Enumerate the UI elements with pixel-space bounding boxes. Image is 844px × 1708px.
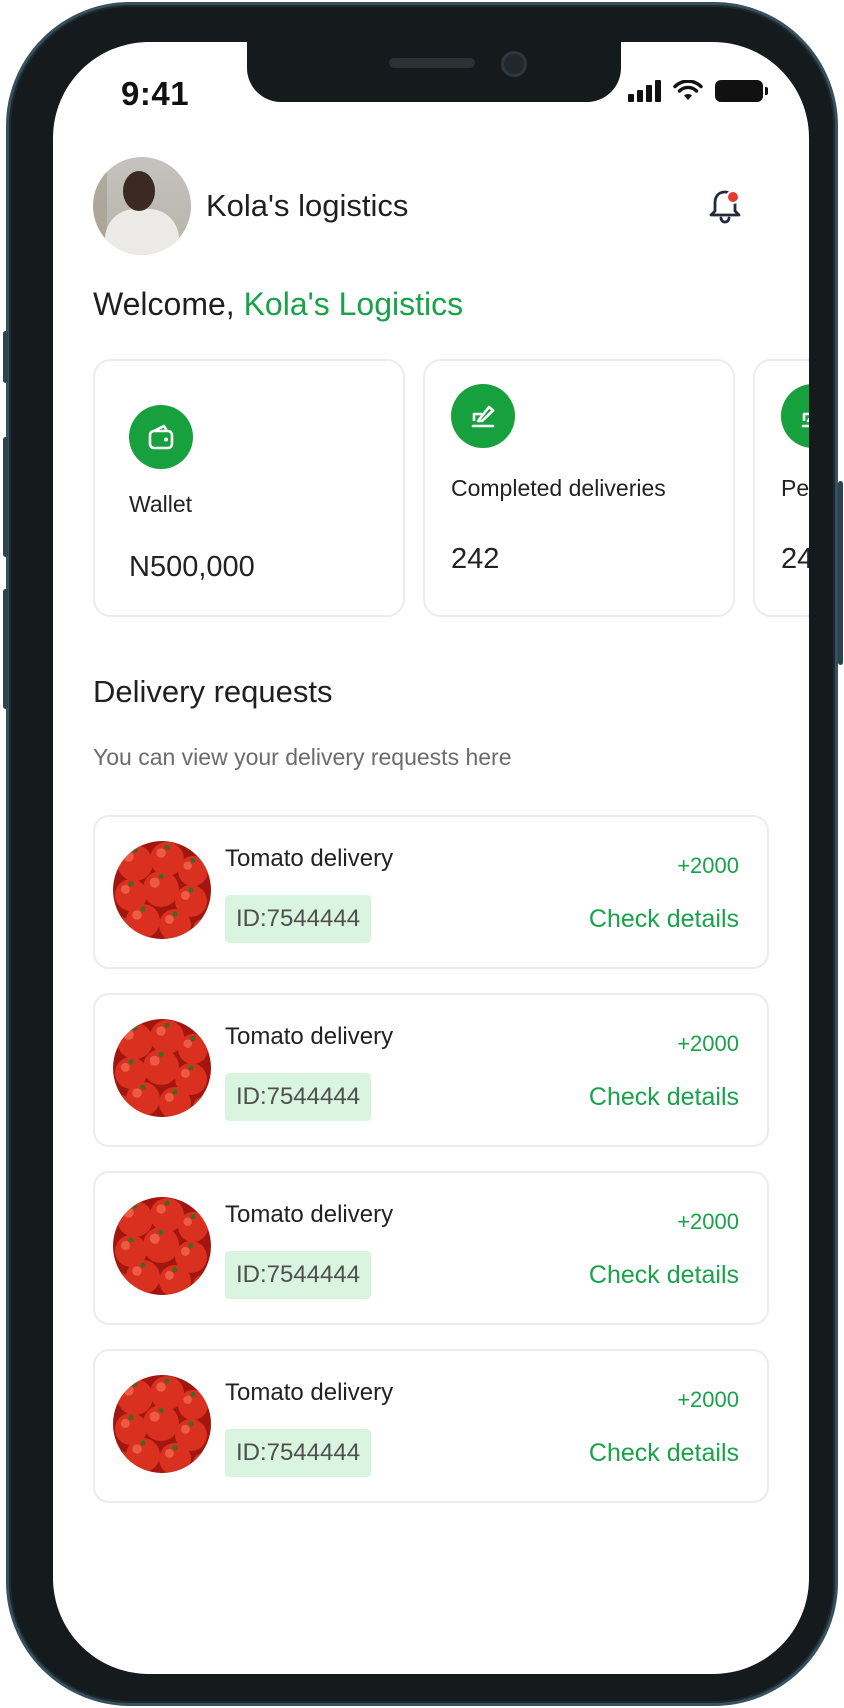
request-title: Tomato delivery	[225, 1023, 394, 1050]
section-subtitle: You can view your delivery requests here	[93, 744, 512, 770]
request-amount: +2000	[677, 1209, 739, 1234]
request-id-badge: ID:7544444	[225, 1073, 371, 1121]
avatar[interactable]	[93, 157, 191, 255]
check-details-link[interactable]: Check details	[589, 1439, 739, 1468]
signal-icon	[628, 80, 661, 102]
status-time: 9:41	[121, 75, 190, 112]
completed-deliveries-label: Completed deliveries	[451, 475, 666, 501]
request-id-badge: ID:7544444	[225, 1251, 371, 1299]
completed-deliveries-card[interactable]: Completed deliveries 242	[423, 359, 735, 617]
welcome-prefix: Welcome,	[93, 286, 244, 322]
edit-icon	[451, 384, 515, 448]
tomato-thumbnail	[113, 841, 211, 939]
wallet-label: Wallet	[129, 491, 193, 517]
bell-icon[interactable]	[707, 186, 743, 224]
speaker-grille	[389, 58, 475, 68]
notch	[247, 42, 621, 102]
pending-deliveries-count: 24	[781, 543, 809, 575]
mute-switch	[3, 331, 8, 383]
wifi-icon	[673, 80, 703, 100]
request-id-badge: ID:7544444	[225, 895, 371, 943]
tomato-thumbnail	[113, 1375, 211, 1473]
wallet-balance: N500,000	[129, 551, 255, 583]
power-button	[838, 481, 843, 665]
tomato-thumbnail	[113, 1019, 211, 1117]
request-title: Tomato delivery	[225, 845, 394, 872]
request-title: Tomato delivery	[225, 1201, 394, 1228]
app-screen: 9:41 Kola's logistics Welcome, Kola's Lo…	[53, 42, 809, 1674]
company-name: Kola's logistics	[206, 188, 409, 223]
wallet-icon	[129, 405, 193, 469]
request-amount: +2000	[677, 853, 739, 878]
phone-frame: 9:41 Kola's logistics Welcome, Kola's Lo…	[3, 2, 843, 1706]
section-title: Delivery requests	[93, 674, 333, 709]
check-details-link[interactable]: Check details	[589, 1083, 739, 1112]
edit-icon	[781, 384, 809, 448]
delivery-request-card[interactable]: Tomato delivery ID:7544444 +2000 Check d…	[93, 993, 769, 1147]
tomato-thumbnail	[113, 1197, 211, 1295]
check-details-link[interactable]: Check details	[589, 905, 739, 934]
volume-down-button	[3, 589, 8, 709]
pending-deliveries-label: Pe	[781, 475, 809, 501]
request-title: Tomato delivery	[225, 1379, 394, 1406]
welcome-message: Welcome, Kola's Logistics	[93, 286, 463, 323]
battery-icon	[715, 80, 768, 102]
delivery-request-card[interactable]: Tomato delivery ID:7544444 +2000 Check d…	[93, 1171, 769, 1325]
request-amount: +2000	[677, 1387, 739, 1412]
notification-badge	[726, 190, 740, 204]
front-camera	[501, 51, 527, 77]
status-icons	[628, 80, 768, 102]
delivery-request-card[interactable]: Tomato delivery ID:7544444 +2000 Check d…	[93, 815, 769, 969]
pending-deliveries-card[interactable]: Pe 24	[753, 359, 809, 617]
request-amount: +2000	[677, 1031, 739, 1056]
delivery-request-card[interactable]: Tomato delivery ID:7544444 +2000 Check d…	[93, 1349, 769, 1503]
welcome-name: Kola's Logistics	[243, 286, 464, 322]
completed-deliveries-count: 242	[451, 543, 500, 575]
volume-up-button	[3, 437, 8, 557]
request-id-badge: ID:7544444	[225, 1429, 371, 1477]
wallet-card[interactable]: Wallet N500,000	[93, 359, 405, 617]
check-details-link[interactable]: Check details	[589, 1261, 739, 1290]
